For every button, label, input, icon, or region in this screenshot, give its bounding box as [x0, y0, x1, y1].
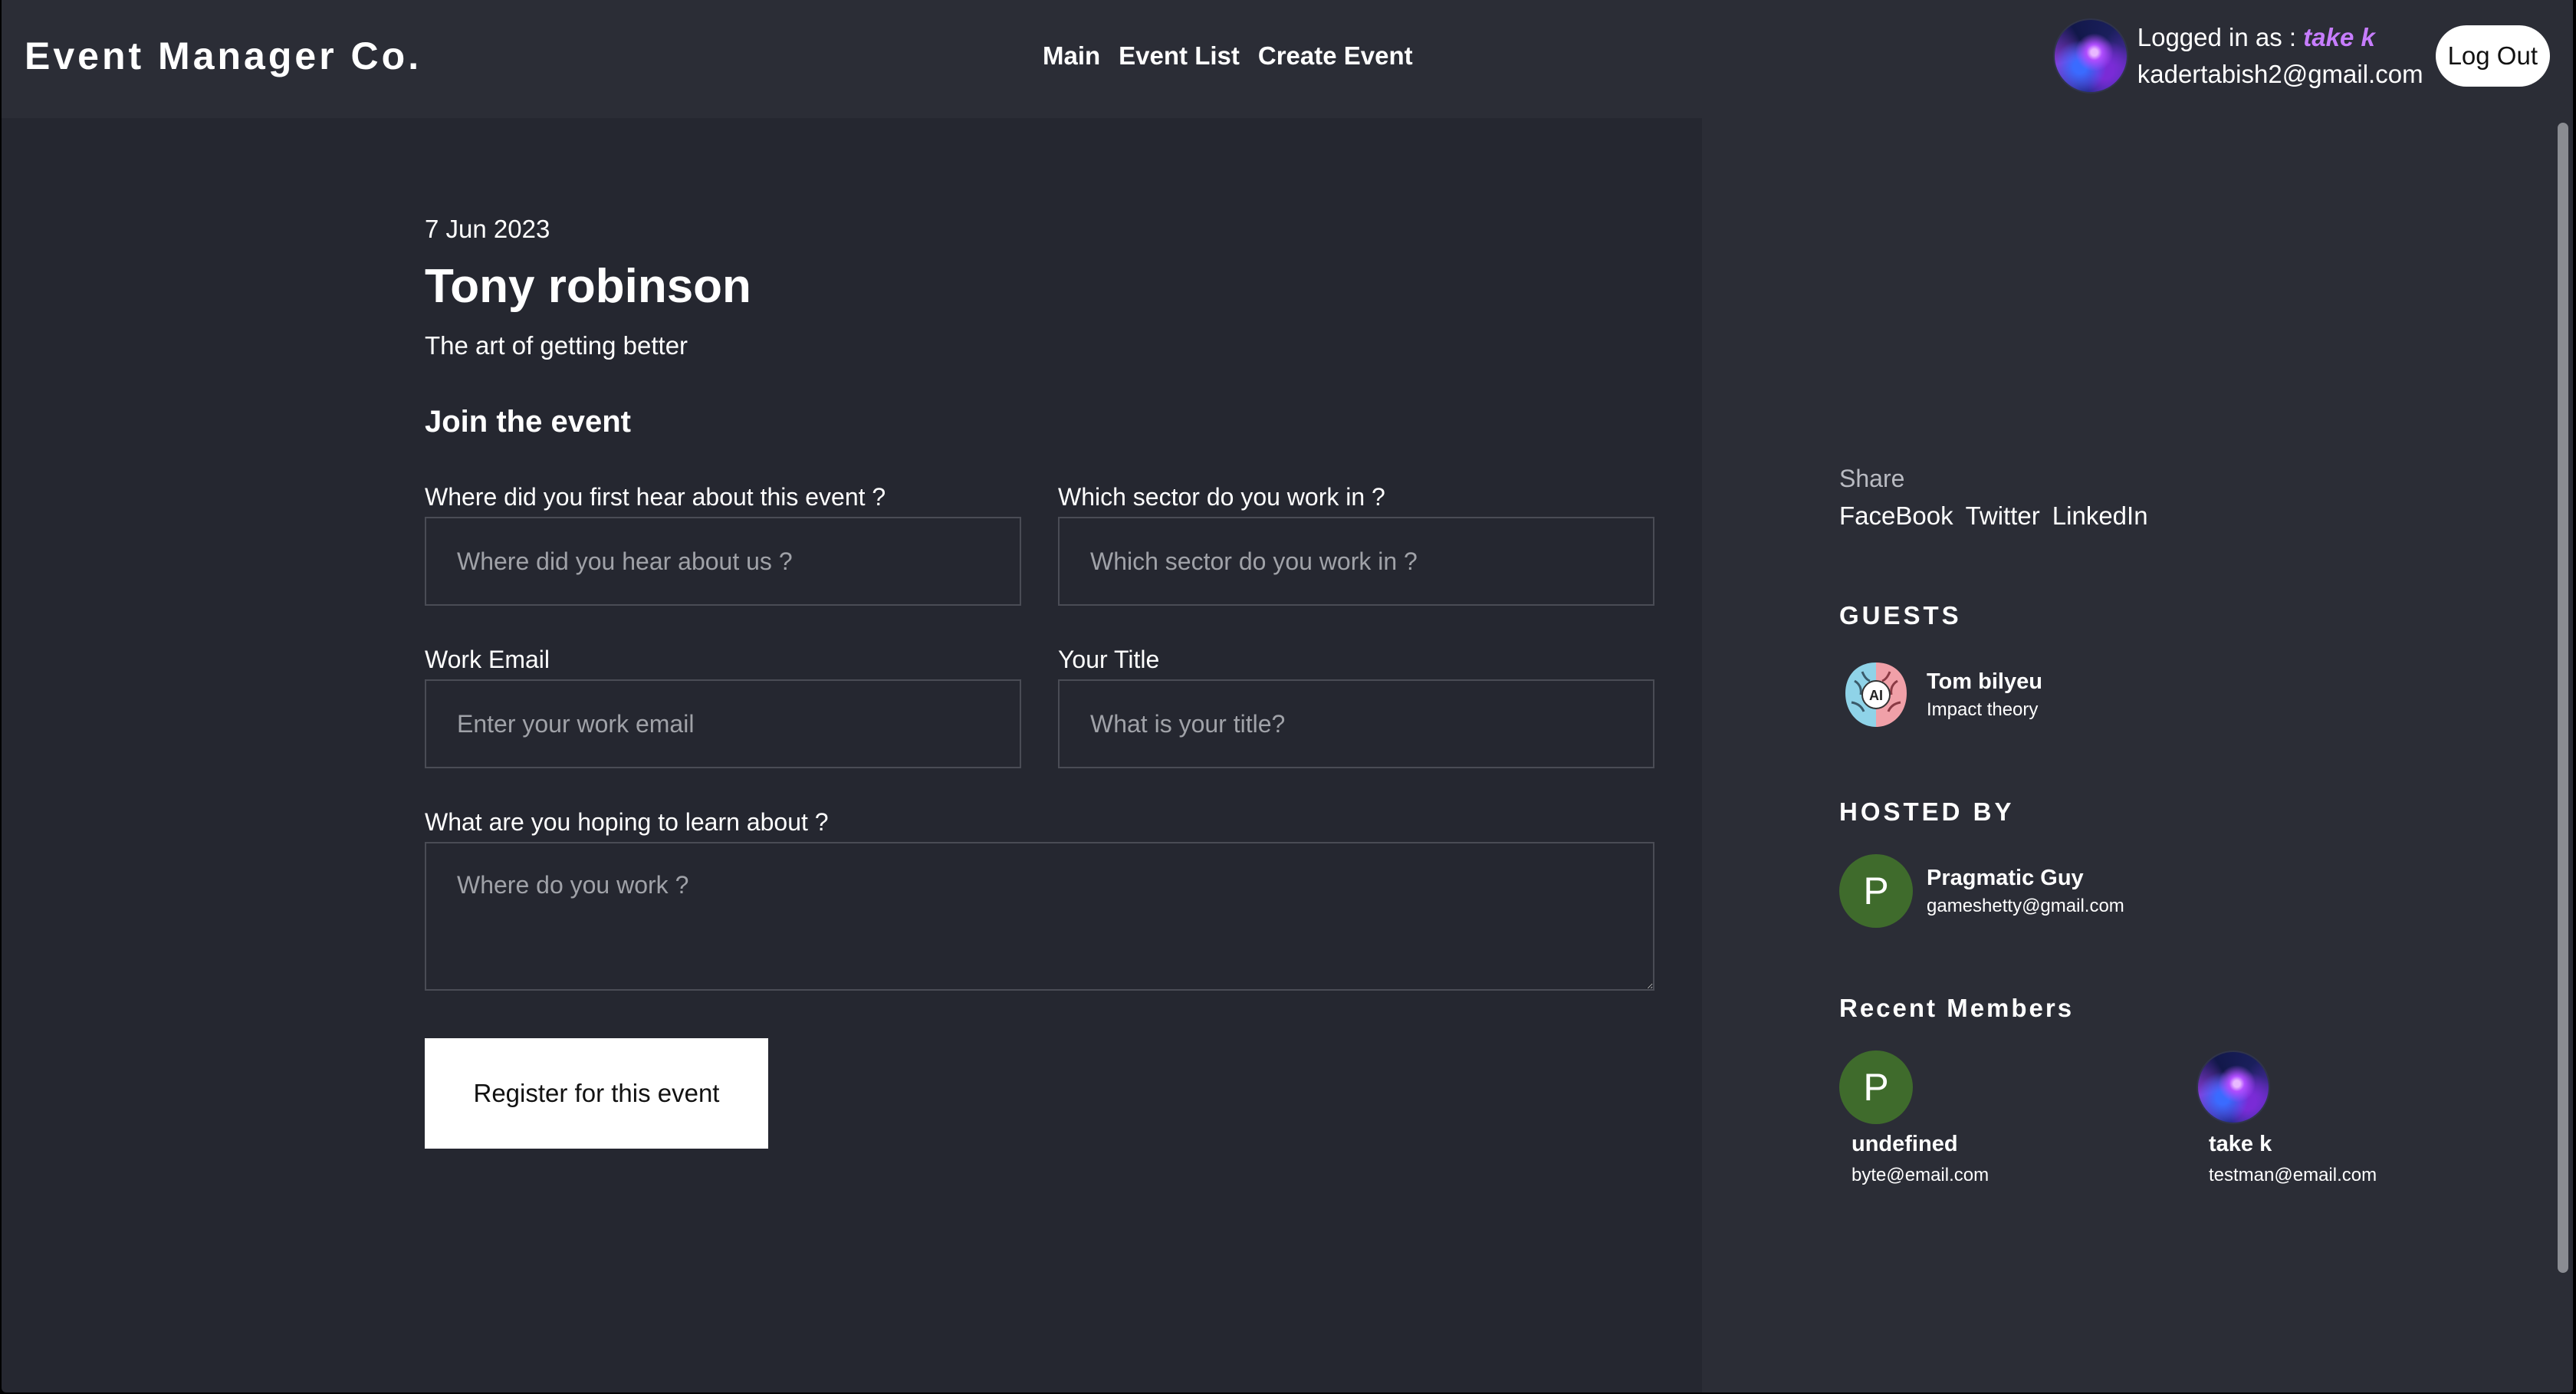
user-info: Logged in as : take k kadertabish2@gmail…: [2137, 19, 2423, 93]
learn-textarea[interactable]: [425, 842, 1654, 991]
register-button[interactable]: Register for this event: [425, 1038, 768, 1149]
member-item[interactable]: take k testman@email.com: [2196, 1050, 2377, 1186]
hosted-by-title: HOSTED BY: [1839, 797, 2015, 826]
host-name: Pragmatic Guy: [1927, 865, 2084, 890]
host-item[interactable]: P Pragmatic Guy gameshetty@gmail.com: [1839, 854, 2124, 928]
share-twitter-link[interactable]: Twitter: [1966, 501, 2040, 531]
user-area: Logged in as : take k kadertabish2@gmail…: [2052, 18, 2550, 94]
nav-main[interactable]: Main: [1043, 41, 1100, 71]
sidebar: [1702, 118, 2573, 1392]
member-avatar: [2196, 1050, 2270, 1124]
app-window: Event Manager Co. Main Event List Create…: [2, 0, 2573, 1392]
scrollbar-thumb[interactable]: [2558, 123, 2568, 1273]
user-avatar[interactable]: [2052, 18, 2128, 94]
join-heading: Join the event: [425, 405, 631, 439]
title-input[interactable]: [1058, 679, 1654, 768]
member-email: byte@email.com: [1852, 1165, 1990, 1185]
share-links: FaceBook Twitter LinkedIn: [1839, 501, 2148, 531]
host-avatar: P: [1839, 854, 1913, 928]
top-navbar: Event Manager Co. Main Event List Create…: [2, 0, 2573, 118]
share-label: Share: [1839, 465, 1905, 492]
logout-button[interactable]: Log Out: [2435, 25, 2550, 87]
member-item[interactable]: P undefined byte@email.com: [1839, 1050, 1989, 1186]
username: take k: [2303, 23, 2375, 51]
brand-logo[interactable]: Event Manager Co.: [25, 34, 422, 78]
share-linkedin-link[interactable]: LinkedIn: [2052, 501, 2148, 531]
work-email-input[interactable]: [425, 679, 1021, 768]
recent-members-title: Recent Members: [1839, 994, 2075, 1022]
guest-org: Impact theory: [1927, 699, 2039, 720]
guest-brain-avatar: AI: [1845, 662, 1907, 727]
logged-in-label: Logged in as :: [2137, 23, 2297, 51]
learn-label: What are you hoping to learn about ?: [425, 808, 829, 836]
sector-label: Which sector do you work in ?: [1058, 483, 1385, 511]
event-title: Tony robinson: [425, 260, 751, 313]
nav-event-list[interactable]: Event List: [1119, 41, 1240, 71]
title-label: Your Title: [1058, 646, 1160, 673]
member-avatar: P: [1839, 1050, 1913, 1124]
sector-input[interactable]: [1058, 517, 1654, 606]
guest-item[interactable]: AI Tom bilyeu Impact theory: [1839, 658, 2042, 732]
work-email-label: Work Email: [425, 646, 550, 673]
event-subtitle: The art of getting better: [425, 331, 688, 360]
event-date: 7 Jun 2023: [425, 215, 550, 243]
nav-create-event[interactable]: Create Event: [1258, 41, 1413, 71]
guests-title: GUESTS: [1839, 601, 1962, 630]
host-email: gameshetty@gmail.com: [1927, 895, 2124, 916]
guest-avatar-text: AI: [1869, 688, 1883, 703]
hear-input[interactable]: [425, 517, 1021, 606]
member-name: undefined: [1852, 1132, 1958, 1156]
member-name: take k: [2209, 1132, 2272, 1156]
hear-label: Where did you first hear about this even…: [425, 483, 886, 511]
share-facebook-link[interactable]: FaceBook: [1839, 501, 1953, 531]
guest-name: Tom bilyeu: [1927, 669, 2042, 694]
main-nav: Main Event List Create Event: [1043, 41, 1413, 71]
user-email: kadertabish2@gmail.com: [2137, 60, 2423, 88]
member-email: testman@email.com: [2209, 1165, 2377, 1185]
